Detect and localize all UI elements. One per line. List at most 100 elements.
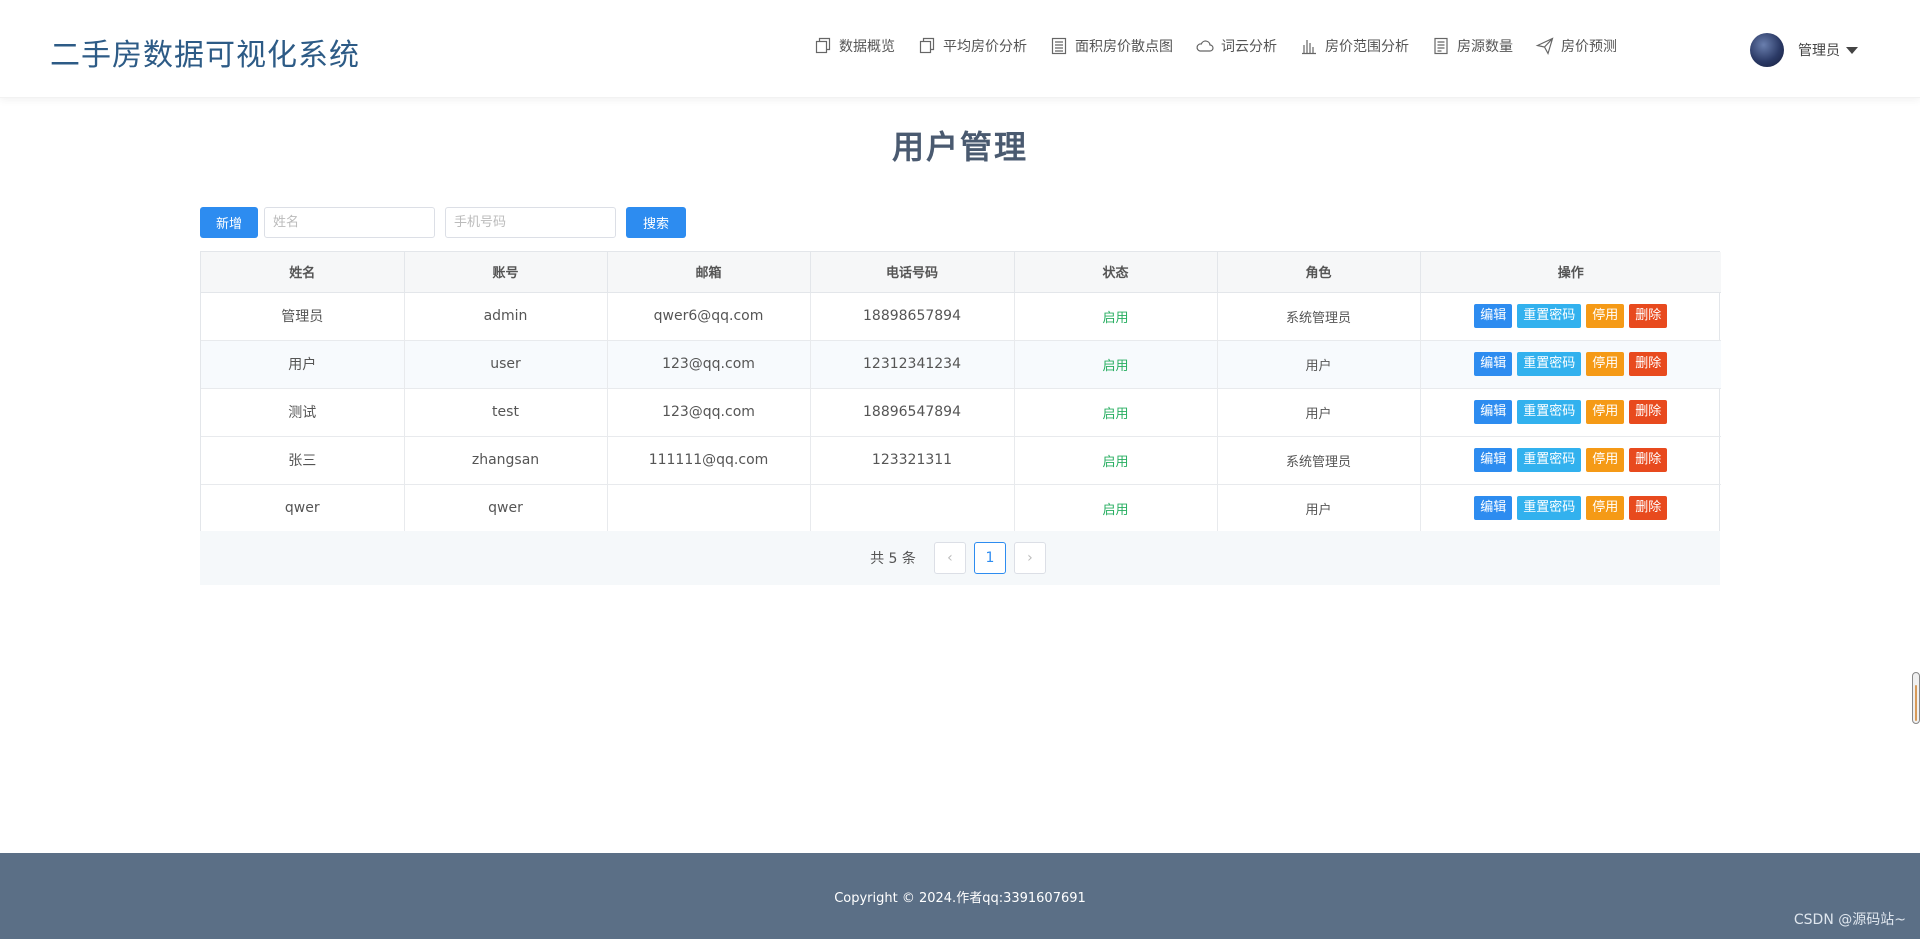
column-header-phone: 电话号码: [810, 252, 1015, 293]
column-header-name: 姓名: [201, 252, 405, 293]
reset-password-button[interactable]: 重置密码: [1517, 400, 1582, 424]
reset-password-button[interactable]: 重置密码: [1517, 352, 1582, 376]
cell-status: 启用: [1014, 388, 1218, 437]
nav-item-listing-count[interactable]: 房源数量: [1431, 36, 1513, 56]
cell-email: 123@qq.com: [607, 388, 811, 437]
table-row: 张三 zhangsan 111111@qq.com 123321311 启用 系…: [201, 436, 1721, 485]
delete-button[interactable]: 删除: [1629, 448, 1668, 472]
cell-phone: 12312341234: [810, 340, 1015, 389]
user-menu[interactable]: 管理员: [1750, 33, 1858, 67]
edit-button[interactable]: 编辑: [1474, 400, 1513, 424]
chevron-left-icon: ‹: [947, 550, 953, 566]
add-button[interactable]: 新增: [200, 207, 259, 238]
cell-email: 111111@qq.com: [607, 436, 811, 485]
top-header: 二手房数据可视化系统 数据概览 平均房价分析 面积房价散点图 词云分析 房价范围…: [0, 0, 1920, 98]
cell-status: 启用: [1014, 340, 1218, 389]
cell-status: 启用: [1014, 484, 1218, 532]
role-text: 用户: [1305, 502, 1332, 518]
cloud-icon: [1195, 36, 1215, 56]
role-text: 用户: [1305, 358, 1332, 374]
nav-label: 房价预测: [1561, 39, 1617, 55]
nav-item-prediction[interactable]: 房价预测: [1535, 36, 1617, 56]
edit-button[interactable]: 编辑: [1474, 352, 1513, 376]
disable-button[interactable]: 停用: [1586, 352, 1625, 376]
reset-password-button[interactable]: 重置密码: [1517, 304, 1582, 328]
send-icon: [1535, 36, 1555, 56]
delete-button[interactable]: 删除: [1629, 352, 1668, 376]
cell-actions: 编辑 重置密码 停用 删除: [1420, 292, 1721, 341]
page-number-button[interactable]: 1: [973, 542, 1006, 574]
scrollbar[interactable]: [1912, 672, 1920, 724]
scatter-list-icon: [1049, 36, 1069, 56]
table-row: 管理员 admin qwer6@qq.com 18898657894 启用 系统…: [201, 292, 1721, 341]
pagination: 共 5 条 ‹ 1 ›: [200, 531, 1720, 585]
nav-item-price-range[interactable]: 房价范围分析: [1299, 36, 1409, 56]
overview-icon: [813, 36, 833, 56]
nav-label: 平均房价分析: [943, 39, 1027, 55]
status-badge: 启用: [1102, 310, 1129, 326]
nav-item-wordcloud[interactable]: 词云分析: [1195, 36, 1277, 56]
status-badge: 启用: [1102, 502, 1129, 518]
table-row: 用户 user 123@qq.com 12312341234 启用 用户 编辑 …: [201, 340, 1721, 389]
phone-input[interactable]: [445, 207, 617, 238]
table-row: qwer qwer 启用 用户 编辑 重置密码 停用 删除: [201, 484, 1721, 532]
delete-button[interactable]: 删除: [1629, 496, 1668, 521]
status-badge: 启用: [1102, 406, 1129, 422]
status-badge: 启用: [1102, 454, 1129, 470]
cell-account: user: [404, 340, 608, 389]
disable-button[interactable]: 停用: [1586, 496, 1625, 521]
cell-email: [607, 484, 811, 532]
nav-item-overview[interactable]: 数据概览: [813, 36, 895, 56]
nav-label: 房价范围分析: [1325, 39, 1409, 55]
role-text: 系统管理员: [1285, 454, 1351, 470]
cell-actions: 编辑 重置密码 停用 删除: [1420, 436, 1721, 485]
column-header-email: 邮箱: [607, 252, 811, 293]
edit-button[interactable]: 编辑: [1474, 496, 1513, 521]
edit-button[interactable]: 编辑: [1474, 448, 1513, 472]
cell-name: 测试: [201, 388, 405, 437]
search-button[interactable]: 搜索: [626, 207, 687, 238]
bar-chart-icon: [1299, 36, 1319, 56]
column-header-actions: 操作: [1420, 252, 1721, 293]
delete-button[interactable]: 删除: [1629, 304, 1668, 328]
cell-phone: 18896547894: [810, 388, 1015, 437]
cell-name: 管理员: [201, 292, 405, 341]
nav-label: 面积房价散点图: [1075, 39, 1173, 55]
cell-role: 系统管理员: [1217, 292, 1421, 341]
disable-button[interactable]: 停用: [1586, 400, 1625, 424]
cell-account: test: [404, 388, 608, 437]
next-page-button[interactable]: ›: [1013, 542, 1046, 574]
footer: Copyright © 2024.作者qq:3391607691 CSDN @源…: [0, 853, 1920, 939]
nav-item-scatter[interactable]: 面积房价散点图: [1049, 36, 1173, 56]
cell-phone: [810, 484, 1015, 532]
prev-page-button[interactable]: ‹: [933, 542, 966, 574]
cell-name: qwer: [201, 484, 405, 532]
cell-name: 张三: [201, 436, 405, 485]
user-name: 管理员: [1798, 43, 1840, 59]
nav-item-average-price[interactable]: 平均房价分析: [917, 36, 1027, 56]
disable-button[interactable]: 停用: [1586, 304, 1625, 328]
reset-password-button[interactable]: 重置密码: [1517, 448, 1582, 472]
disable-button[interactable]: 停用: [1586, 448, 1625, 472]
delete-button[interactable]: 删除: [1629, 400, 1668, 424]
cell-role: 系统管理员: [1217, 436, 1421, 485]
cell-status: 启用: [1014, 292, 1218, 341]
role-text: 用户: [1305, 406, 1332, 422]
avatar[interactable]: [1750, 33, 1784, 67]
caret-down-icon[interactable]: [1846, 46, 1858, 54]
nav-label: 房源数量: [1457, 39, 1513, 55]
name-input[interactable]: [264, 207, 436, 238]
table-header-row: 姓名 账号 邮箱 电话号码 状态 角色 操作: [201, 252, 1721, 293]
copyright-text: Copyright © 2024.作者qq:3391607691: [834, 890, 1086, 906]
reset-password-button[interactable]: 重置密码: [1517, 496, 1582, 521]
cell-phone: 18898657894: [810, 292, 1015, 341]
nav-label: 词云分析: [1221, 39, 1277, 55]
main-nav: 数据概览 平均房价分析 面积房价散点图 词云分析 房价范围分析 房源数量 房价预…: [813, 36, 1639, 56]
document-icon: [1431, 36, 1451, 56]
cell-status: 启用: [1014, 436, 1218, 485]
brand-title[interactable]: 二手房数据可视化系统: [50, 30, 360, 74]
table-row: 测试 test 123@qq.com 18896547894 启用 用户 编辑 …: [201, 388, 1721, 437]
watermark-text: CSDN @源码站~: [1793, 912, 1906, 928]
edit-button[interactable]: 编辑: [1474, 304, 1513, 328]
cell-account: admin: [404, 292, 608, 341]
